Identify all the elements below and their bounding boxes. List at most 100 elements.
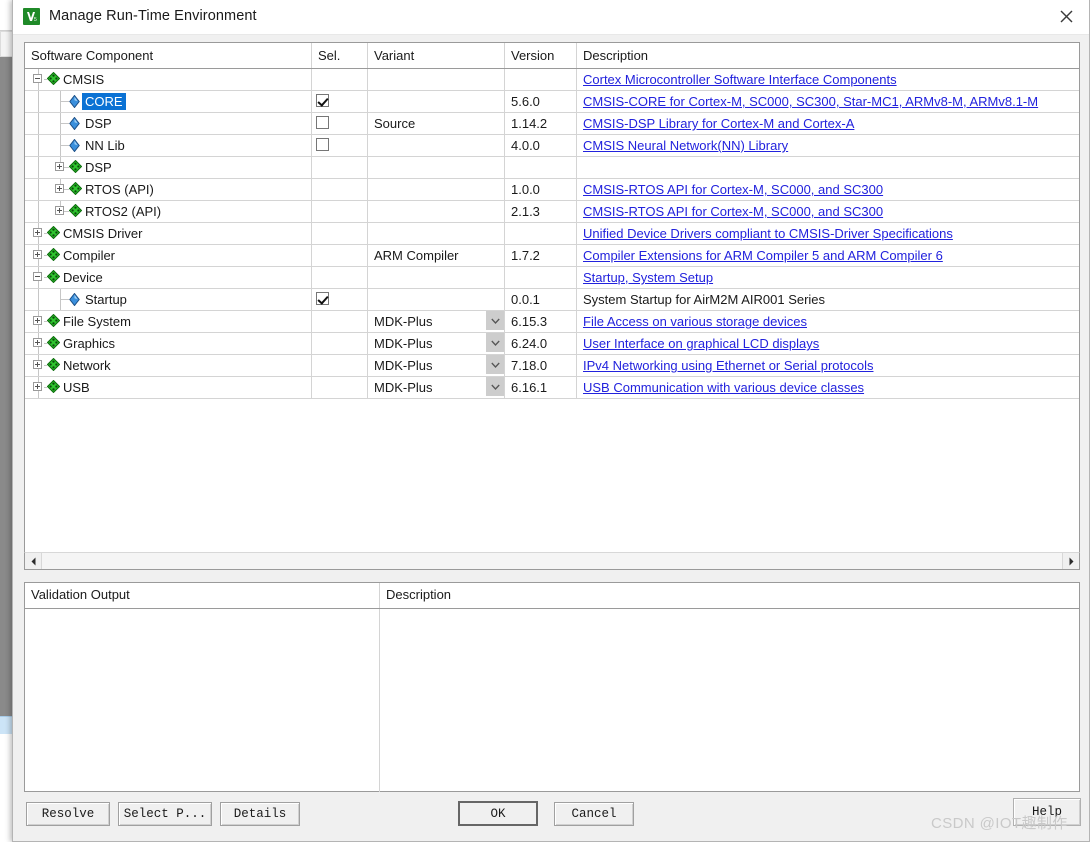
component-label[interactable]: File System bbox=[60, 313, 134, 330]
ok-button[interactable]: OK bbox=[458, 801, 538, 826]
tree-toggle-minus[interactable] bbox=[33, 74, 42, 83]
cell-variant[interactable] bbox=[367, 178, 505, 201]
component-label[interactable]: CMSIS bbox=[60, 71, 107, 88]
cell-variant[interactable]: MDK-Plus bbox=[367, 354, 505, 377]
table-row[interactable]: Startup 0.0.1 System Startup for AirM2M AI… bbox=[25, 288, 1079, 311]
col-header-description[interactable]: Description bbox=[576, 43, 1079, 69]
cell-description[interactable]: CMSIS-RTOS API for Cortex-M, SC000, and … bbox=[576, 178, 1079, 201]
component-label[interactable]: Network bbox=[60, 357, 114, 374]
cell-sel[interactable] bbox=[311, 354, 368, 377]
table-row[interactable]: Graphics MDK-Plus 6.24.0 User Interface on … bbox=[25, 332, 1079, 355]
component-label[interactable]: CORE bbox=[82, 93, 126, 110]
col-header-variant[interactable]: Variant bbox=[367, 43, 505, 69]
cell-description[interactable]: Unified Device Drivers compliant to CMSI… bbox=[576, 222, 1079, 245]
component-label[interactable]: Graphics bbox=[60, 335, 118, 352]
cell-description[interactable]: CMSIS-RTOS API for Cortex-M, SC000, and … bbox=[576, 200, 1079, 223]
cell-description[interactable]: User Interface on graphical LCD displays bbox=[576, 332, 1079, 355]
cell-sel[interactable] bbox=[311, 112, 368, 135]
cell-variant[interactable] bbox=[367, 288, 505, 311]
help-button[interactable]: Help bbox=[1013, 798, 1081, 826]
cell-software-component[interactable]: RTOS2 (API) bbox=[25, 200, 312, 223]
cell-variant[interactable] bbox=[367, 222, 505, 245]
tree-toggle-plus[interactable] bbox=[33, 228, 42, 237]
cell-sel[interactable] bbox=[311, 376, 368, 399]
select-checkbox[interactable] bbox=[316, 138, 329, 151]
cell-variant[interactable] bbox=[367, 134, 505, 157]
close-icon[interactable] bbox=[1043, 0, 1089, 33]
component-label[interactable]: Compiler bbox=[60, 247, 118, 264]
cell-sel[interactable] bbox=[311, 156, 368, 179]
cell-software-component[interactable]: Startup bbox=[25, 288, 312, 311]
component-label[interactable]: DSP bbox=[82, 115, 115, 132]
cell-software-component[interactable]: NN Lib bbox=[25, 134, 312, 157]
cell-description[interactable]: USB Communication with various device cl… bbox=[576, 376, 1079, 399]
cell-variant[interactable] bbox=[367, 200, 505, 223]
cell-software-component[interactable]: CMSIS bbox=[25, 68, 312, 91]
cell-software-component[interactable]: CMSIS Driver bbox=[25, 222, 312, 245]
description-link[interactable]: Startup, System Setup bbox=[583, 270, 713, 285]
cell-sel[interactable] bbox=[311, 222, 368, 245]
cell-description[interactable]: IPv4 Networking using Ethernet or Serial… bbox=[576, 354, 1079, 377]
select-checkbox[interactable] bbox=[316, 292, 329, 305]
cell-software-component[interactable]: Device bbox=[25, 266, 312, 289]
tree-toggle-plus[interactable] bbox=[55, 206, 64, 215]
component-label[interactable]: Device bbox=[60, 269, 106, 286]
table-row[interactable]: RTOS (API) 1.0.0 CMSIS-RTOS API for Cortex… bbox=[25, 178, 1079, 201]
cell-variant[interactable] bbox=[367, 90, 505, 113]
cell-description[interactable]: File Access on various storage devices bbox=[576, 310, 1079, 333]
cell-description[interactable]: Startup, System Setup bbox=[576, 266, 1079, 289]
cell-software-component[interactable]: DSP bbox=[25, 156, 312, 179]
description-link[interactable]: USB Communication with various device cl… bbox=[583, 380, 864, 395]
details-button[interactable]: Details bbox=[220, 802, 300, 826]
tree-toggle-plus[interactable] bbox=[33, 360, 42, 369]
table-row[interactable]: Device Startup, System Setup bbox=[25, 266, 1079, 289]
cell-software-component[interactable]: USB bbox=[25, 376, 312, 399]
cell-description[interactable]: CMSIS-DSP Library for Cortex-M and Corte… bbox=[576, 112, 1079, 135]
cell-software-component[interactable]: DSP bbox=[25, 112, 312, 135]
chevron-down-icon[interactable] bbox=[486, 333, 504, 352]
cell-variant[interactable]: MDK-Plus bbox=[367, 310, 505, 333]
description-link[interactable]: CMSIS-DSP Library for Cortex-M and Corte… bbox=[583, 116, 854, 131]
cell-sel[interactable] bbox=[311, 200, 368, 223]
cell-variant[interactable]: ARM Compiler bbox=[367, 244, 505, 267]
table-row[interactable]: USB MDK-Plus 6.16.1 USB Communication with … bbox=[25, 376, 1079, 399]
table-row[interactable]: RTOS2 (API) 2.1.3 CMSIS-RTOS API for Corte… bbox=[25, 200, 1079, 223]
description-link[interactable]: CMSIS Neural Network(NN) Library bbox=[583, 138, 788, 153]
resolve-button[interactable]: Resolve bbox=[26, 802, 110, 826]
tree-toggle-plus[interactable] bbox=[55, 162, 64, 171]
table-row[interactable]: DSP bbox=[25, 156, 1079, 179]
cell-sel[interactable] bbox=[311, 266, 368, 289]
cell-variant[interactable] bbox=[367, 156, 505, 179]
tree-toggle-plus[interactable] bbox=[33, 338, 42, 347]
cell-sel[interactable] bbox=[311, 332, 368, 355]
component-label[interactable]: DSP bbox=[82, 159, 115, 176]
col-header-version[interactable]: Version bbox=[504, 43, 577, 69]
cell-variant[interactable]: MDK-Plus bbox=[367, 376, 505, 399]
select-checkbox[interactable] bbox=[316, 94, 329, 107]
cell-sel[interactable] bbox=[311, 90, 368, 113]
component-label[interactable]: CMSIS Driver bbox=[60, 225, 145, 242]
table-row[interactable]: DSP Source 1.14.2 CMSIS-DSP Library for Cor… bbox=[25, 112, 1079, 135]
table-row[interactable]: CMSIS Cortex Microcontroller Software Int… bbox=[25, 68, 1079, 91]
cell-variant[interactable]: Source bbox=[367, 112, 505, 135]
table-row[interactable]: CMSIS Driver Unified Device Drivers compl… bbox=[25, 222, 1079, 245]
description-link[interactable]: Cortex Microcontroller Software Interfac… bbox=[583, 72, 897, 87]
tree-toggle-plus[interactable] bbox=[33, 250, 42, 259]
tree-toggle-minus[interactable] bbox=[33, 272, 42, 281]
cell-sel[interactable] bbox=[311, 68, 368, 91]
component-label[interactable]: Startup bbox=[82, 291, 130, 308]
col-header-validation-description[interactable]: Description bbox=[380, 583, 1079, 608]
table-row[interactable]: CORE 5.6.0 CMSIS-CORE for Cortex-M, SC000,… bbox=[25, 90, 1079, 113]
description-link[interactable]: Compiler Extensions for ARM Compiler 5 a… bbox=[583, 248, 943, 263]
cell-variant[interactable] bbox=[367, 266, 505, 289]
cell-software-component[interactable]: RTOS (API) bbox=[25, 178, 312, 201]
cancel-button[interactable]: Cancel bbox=[554, 802, 634, 826]
col-header-validation-output[interactable]: Validation Output bbox=[25, 583, 380, 608]
description-link[interactable]: User Interface on graphical LCD displays bbox=[583, 336, 819, 351]
table-row[interactable]: Network MDK-Plus 7.18.0 IPv4 Networking usi… bbox=[25, 354, 1079, 377]
table-row[interactable]: Compiler ARM Compiler 1.7.2 Compiler Extens… bbox=[25, 244, 1079, 267]
table-row[interactable]: File System MDK-Plus 6.15.3 File Access on … bbox=[25, 310, 1079, 333]
description-link[interactable]: IPv4 Networking using Ethernet or Serial… bbox=[583, 358, 873, 373]
component-label[interactable]: NN Lib bbox=[82, 137, 128, 154]
description-link[interactable]: CMSIS-RTOS API for Cortex-M, SC000, and … bbox=[583, 182, 883, 197]
